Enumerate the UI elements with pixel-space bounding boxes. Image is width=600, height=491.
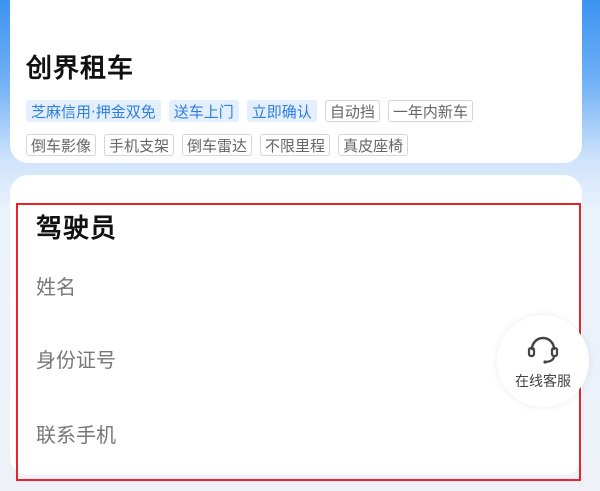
tag-delivery: 送车上门 [168,100,239,122]
online-service-label: 在线客服 [515,374,571,390]
tag-phone-holder: 手机支架 [104,134,175,156]
feature-tags-row-2: 倒车影像 手机支架 倒车雷达 不限里程 真皮座椅 [26,134,409,156]
tag-instant-confirm: 立即确认 [246,100,317,122]
tag-zhima-credit: 芝麻信用·押金双免 [26,100,161,122]
online-service-button[interactable]: 在线客服 [497,315,589,407]
tag-reverse-camera: 倒车影像 [26,134,97,156]
tag-reverse-radar: 倒车雷达 [182,134,253,156]
tag-automatic: 自动挡 [324,100,380,122]
vendor-name: 创界租车 [26,54,135,84]
feature-tags-row-1: 芝麻信用·押金双免 送车上门 立即确认 自动挡 一年内新车 [26,100,473,122]
driver-section-title: 驾驶员 [36,214,118,244]
driver-id-number-input[interactable]: 身份证号 [36,344,116,373]
headset-icon [527,336,559,364]
driver-name-input[interactable]: 姓名 [36,271,76,300]
tag-leather-seats: 真皮座椅 [338,134,409,156]
driver-phone-input[interactable]: 联系手机 [36,419,116,448]
tag-unlimited-mileage: 不限里程 [260,134,331,156]
tag-new-car: 一年内新车 [387,100,473,122]
